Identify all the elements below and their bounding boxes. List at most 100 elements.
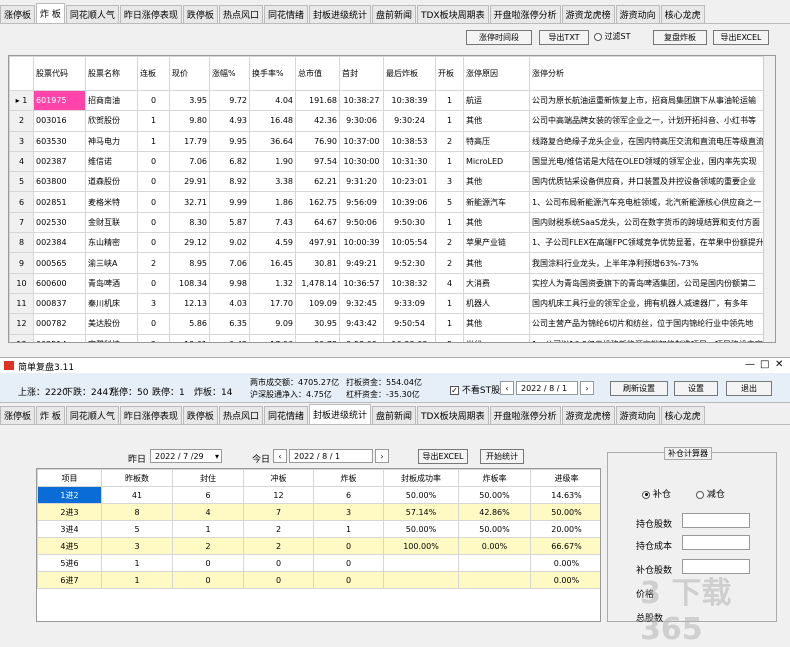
tab-item[interactable]: 核心龙虎 xyxy=(660,406,705,424)
radio-icon[interactable] xyxy=(696,490,704,499)
table-cell[interactable]: 002387 xyxy=(33,150,86,173)
table-cell[interactable]: 10:36:57 xyxy=(339,272,384,294)
table-cell[interactable]: 14.63% xyxy=(530,486,600,504)
table-cell[interactable]: 5.86 xyxy=(169,313,210,335)
table-cell[interactable]: 000565 xyxy=(33,252,86,274)
table-cell[interactable]: 1 xyxy=(101,554,173,572)
table-cell[interactable]: 32.71 xyxy=(169,191,210,213)
close-icon[interactable]: ✕ xyxy=(775,359,783,370)
tab-item[interactable]: 游资龙虎榜 xyxy=(561,5,615,23)
table-cell[interactable]: 特高压 xyxy=(463,130,530,152)
table-cell[interactable]: 30.81 xyxy=(295,252,340,274)
table-cell[interactable]: 招商南油 xyxy=(85,89,138,112)
table-cell[interactable]: 1 xyxy=(435,110,464,132)
table-cell[interactable]: 50.00% xyxy=(458,520,531,538)
table-cell[interactable]: 神马电力 xyxy=(85,130,138,152)
table-cell[interactable] xyxy=(383,554,459,572)
table-cell[interactable]: 9:56:09 xyxy=(339,191,384,213)
table-cell[interactable]: 50.00% xyxy=(383,486,459,504)
table-cell[interactable]: 4.03 xyxy=(209,292,250,315)
table-cell[interactable]: 497.91 xyxy=(295,232,340,254)
column-header[interactable]: 涨停分析 xyxy=(529,56,775,91)
table-cell[interactable]: 16.45 xyxy=(249,252,296,274)
table-cell[interactable]: 国显光电/维信诺是大陆在OLED领域的领军企业，国内率先实现 xyxy=(529,150,775,173)
table-cell[interactable]: 0 xyxy=(243,554,314,572)
table-row[interactable]: 3 603530 神马电力 1 17.79 9.95 36.64 76.90 10:37:00 1… xyxy=(9,130,775,152)
tab-item[interactable]: 开盘啦涨停分析 xyxy=(489,5,561,23)
table-cell[interactable]: 其他 xyxy=(463,313,530,335)
column-header[interactable]: 昨板数 xyxy=(101,469,173,487)
tab-item[interactable]: TDX板块周期表 xyxy=(417,406,489,424)
table-cell[interactable]: 其他 xyxy=(463,211,530,234)
table-cell[interactable]: 191.68 xyxy=(295,89,340,112)
table-cell[interactable]: 0 xyxy=(172,571,244,589)
table-cell[interactable]: 1 xyxy=(137,110,170,132)
table-cell[interactable] xyxy=(458,554,531,572)
table-cell[interactable]: 57.14% xyxy=(383,503,459,521)
vertical-scrollbar[interactable] xyxy=(763,56,775,342)
table-cell[interactable]: 17.70 xyxy=(249,292,296,315)
table-cell[interactable]: 0 xyxy=(137,272,170,294)
table-cell[interactable]: 2进3 xyxy=(37,503,102,521)
table-cell[interactable]: 5 xyxy=(435,191,464,213)
tab-item[interactable]: 同花顺人气 xyxy=(65,5,119,23)
column-header[interactable]: 总市值 xyxy=(295,56,340,91)
column-header[interactable]: 封住 xyxy=(172,469,244,487)
table-row[interactable]: 7 002530 金财互联 0 8.30 5.87 7.43 64.67 9:50:06 9:50… xyxy=(9,211,775,234)
table-cell[interactable]: 0 xyxy=(243,571,314,589)
table-cell[interactable]: 42.36 xyxy=(295,110,340,132)
no-st-checkbox[interactable]: ✓ 不看ST股 xyxy=(450,383,500,396)
table-cell[interactable]: 9:58:09 xyxy=(339,333,384,342)
tab-item[interactable]: TDX板块周期表 xyxy=(417,5,489,23)
table-cell[interactable]: 9:49:21 xyxy=(339,252,384,274)
table-cell[interactable]: 1、公司布局新能源汽车充电桩领域，北汽新能源核心供应商之一 xyxy=(529,191,775,213)
table-cell[interactable]: 42.86% xyxy=(458,503,531,521)
dropdown-icon[interactable]: ▾ xyxy=(215,452,221,461)
table-row[interactable]: 10 600600 青岛啤酒 0 108.34 9.98 1.32 1,478.14 10:36… xyxy=(9,272,775,294)
table-cell[interactable]: 国内机床工具行业的领军企业，拥有机器人减速器厂，有多年 xyxy=(529,292,775,315)
today-date-field[interactable]: 2022 / 8 / 1 xyxy=(289,449,373,463)
table-row[interactable]: 2 003016 欣贺股份 1 9.80 4.93 16.48 42.36 9:30:06 9:3… xyxy=(9,110,775,132)
tab-item[interactable]: 热点风口 xyxy=(218,406,263,424)
table-row[interactable]: 3进4 5 1 2 1 50.00% 50.00% 20.00% xyxy=(37,520,600,538)
table-cell[interactable]: 4 xyxy=(172,503,244,521)
table-cell[interactable]: 002851 xyxy=(33,191,86,213)
table-cell[interactable]: 5 xyxy=(101,520,173,538)
table-cell[interactable]: 9:31:20 xyxy=(339,171,384,193)
table-row[interactable]: 4 002387 维信诺 0 7.06 6.82 1.90 97.54 10:30:00 10:3… xyxy=(9,150,775,173)
column-header[interactable]: 炸板 xyxy=(313,469,384,487)
table-cell[interactable]: 航运 xyxy=(463,89,530,112)
table-cell[interactable]: 1 xyxy=(435,313,464,335)
table-cell[interactable]: 10:30:00 xyxy=(339,150,384,173)
table-cell[interactable]: 9:50:30 xyxy=(383,211,436,234)
yesterday-date-picker[interactable]: 2022 / 7 /29 ▾ xyxy=(150,449,222,463)
table-cell[interactable]: 8 xyxy=(101,503,173,521)
radio-icon[interactable] xyxy=(594,32,602,41)
table-cell[interactable]: 10:38:32 xyxy=(383,272,436,294)
filter-st-radio[interactable]: 过滤ST xyxy=(594,31,631,42)
table-cell[interactable]: 8.95 xyxy=(169,252,210,274)
table-cell[interactable]: 1.32 xyxy=(249,272,296,294)
row-indicator[interactable]: 13 xyxy=(9,333,34,342)
tab-item[interactable]: 炸 板 xyxy=(36,406,65,424)
table-cell[interactable]: 0 xyxy=(137,150,170,173)
table-cell[interactable]: 其他 xyxy=(463,171,530,193)
row-indicator[interactable]: ▸ 1 xyxy=(9,89,34,112)
table-cell[interactable]: 1 xyxy=(101,571,173,589)
table-cell[interactable]: 76.90 xyxy=(295,130,340,152)
table-cell[interactable]: 9:50:06 xyxy=(339,211,384,234)
export-txt-button[interactable]: 导出TXT xyxy=(539,30,589,45)
table-cell[interactable]: 公司主营产品为锦纶6切片和纺丝，位于国内锦纶行业中领先地 xyxy=(529,313,775,335)
table-cell[interactable]: 9:43:42 xyxy=(339,313,384,335)
table-row[interactable]: 13002514宝馨科技218.019.4217.9699.789:58:091… xyxy=(9,333,775,342)
tab-item[interactable]: 涨停板 xyxy=(0,406,36,424)
table-cell[interactable]: 0 xyxy=(172,554,244,572)
table-cell[interactable]: 3 xyxy=(101,537,173,555)
table-cell[interactable]: 金财互联 xyxy=(85,211,138,234)
table-cell[interactable]: 99.78 xyxy=(295,333,340,342)
column-header[interactable]: 股票代码 xyxy=(33,56,86,91)
column-header[interactable]: 项目 xyxy=(37,469,102,487)
table-row[interactable]: 2进3 8 4 7 3 57.14% 42.86% 50.00% xyxy=(37,503,600,521)
table-row[interactable]: 6进7 1 0 0 0 0.00% xyxy=(37,571,600,589)
exit-button[interactable]: 退出 xyxy=(726,381,772,396)
